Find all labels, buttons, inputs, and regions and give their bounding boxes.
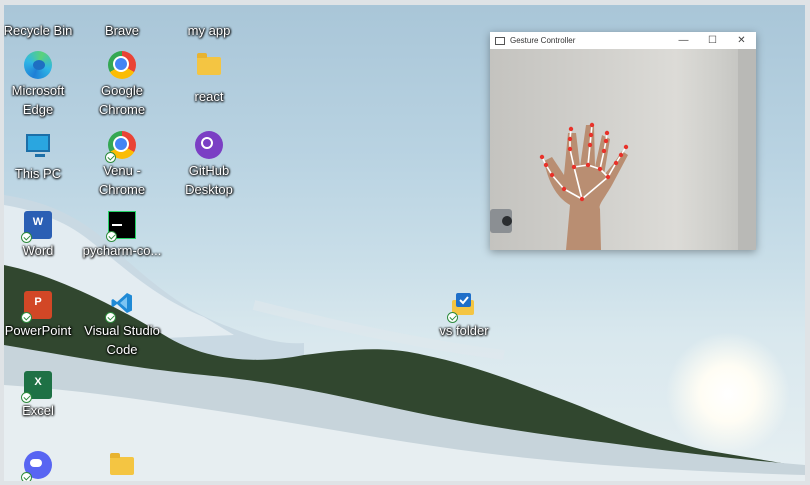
landmark-point [571, 164, 577, 170]
landmark-point [549, 172, 555, 178]
desktop-icon-label: vs folder [439, 323, 489, 338]
desktop-icon-discord[interactable] [4, 451, 80, 481]
desktop-icon-label: Recycle Bin [4, 23, 73, 38]
desktop-icon-github-desktop[interactable]: GitHub Desktop [167, 131, 251, 199]
desktop-icon-recycle-bin[interactable]: Recycle Bin [4, 5, 80, 40]
landmark-point [561, 186, 567, 192]
github-desktop-icon [195, 131, 223, 159]
landmark-point [588, 132, 594, 138]
desktop-icon-label: Word [22, 243, 54, 258]
desktop-icon-excel[interactable]: X Excel [4, 371, 80, 420]
shortcut-check-badge [105, 152, 116, 163]
shortcut-check-badge [21, 392, 32, 403]
landmark-point [618, 152, 624, 158]
chrome-icon [108, 51, 136, 79]
vs-folder-icon [447, 291, 478, 323]
app-window-icon [495, 36, 505, 45]
landmark-point [568, 126, 574, 132]
landmark-point [603, 138, 609, 144]
vscode-icon [105, 291, 136, 323]
minimize-button[interactable]: — [669, 32, 698, 49]
landmark-point [589, 122, 595, 128]
desktop-icon-my-app[interactable]: my app [167, 5, 251, 40]
desktop-icon-visual-studio-code[interactable]: Visual Studio Code [80, 291, 164, 359]
maximize-button[interactable]: ☐ [698, 32, 727, 49]
gesture-controller-window[interactable]: Gesture Controller — ☐ ✕ [490, 32, 756, 250]
shortcut-check-badge [106, 231, 117, 242]
landmark-point [613, 160, 619, 166]
desktop-icon-label: Venu - Chrome [98, 163, 146, 197]
desktop-icon-folder[interactable] [80, 451, 164, 481]
landmark-point [597, 166, 603, 172]
desktop-icon-label: This PC [14, 166, 62, 181]
pycharm-icon [106, 211, 136, 242]
desktop-icon-pycharm[interactable]: pycharm-co... [80, 211, 164, 260]
desktop-icon-label: my app [187, 23, 231, 38]
monitor-icon [26, 134, 50, 157]
discord-icon [21, 451, 52, 481]
folder-icon [110, 453, 134, 475]
landmark-point [567, 136, 573, 142]
desktop-icon-react[interactable]: react [167, 51, 251, 106]
desktop-icon-label: PowerPoint [4, 323, 72, 338]
landmark-point [605, 174, 611, 180]
desktop-icon-label: GitHub Desktop [185, 163, 233, 197]
desktop-icon-label: Microsoft Edge [11, 83, 65, 117]
camera-feed [490, 49, 756, 250]
shortcut-check-badge [105, 312, 116, 323]
window-controls: — ☐ ✕ [669, 32, 756, 49]
landmark-point [587, 142, 593, 148]
landmark-point [543, 162, 549, 168]
edge-icon [24, 51, 52, 79]
landmark-point [539, 154, 545, 160]
folder-icon [195, 5, 223, 19]
close-button[interactable]: ✕ [727, 32, 756, 49]
desktop-icon-vs-folder[interactable]: vs folder [422, 291, 506, 340]
chrome-icon [105, 131, 136, 163]
desktop-icon-microsoft-edge[interactable]: Microsoft Edge [4, 51, 80, 119]
desktop-icon-label: Brave [105, 23, 139, 38]
shortcut-check-badge [21, 232, 32, 243]
desktop-icon-google-chrome[interactable]: Google Chrome [80, 51, 164, 119]
excel-icon: X [21, 371, 52, 403]
landmark-point [567, 146, 573, 152]
desktop-icon-venu-chrome[interactable]: Venu - Chrome [80, 131, 164, 199]
hand-landmark-overlay [490, 49, 756, 250]
shortcut-check-badge [21, 472, 32, 481]
desktop-icon-this-pc[interactable]: This PC [4, 131, 80, 183]
desktop-icon-label: Google Chrome [98, 83, 146, 117]
desktop-icon-label: Excel [22, 403, 54, 418]
desktop-icon-powerpoint[interactable]: P PowerPoint [4, 291, 80, 340]
desktop-icon-brave[interactable]: Brave [80, 5, 164, 40]
landmark-point [601, 148, 607, 154]
word-icon: W [21, 211, 52, 243]
landmark-point [585, 162, 591, 168]
recycle-bin-icon [24, 5, 52, 19]
desktop-icon-word[interactable]: W Word [4, 211, 80, 260]
landmark-point [579, 196, 585, 202]
landmark-point [604, 130, 610, 136]
powerpoint-icon: P [21, 291, 52, 323]
shortcut-check-badge [21, 312, 32, 323]
brave-icon [108, 5, 136, 19]
window-titlebar[interactable]: Gesture Controller — ☐ ✕ [490, 32, 756, 49]
desktop-icon-label: Visual Studio Code [84, 323, 160, 357]
folder-icon [197, 53, 221, 75]
desktop-icon-label: react [194, 89, 224, 104]
desktop-icon-label: pycharm-co... [82, 243, 162, 258]
shortcut-check-badge [447, 312, 458, 323]
window-title: Gesture Controller [510, 36, 576, 45]
landmark-point [623, 144, 629, 150]
